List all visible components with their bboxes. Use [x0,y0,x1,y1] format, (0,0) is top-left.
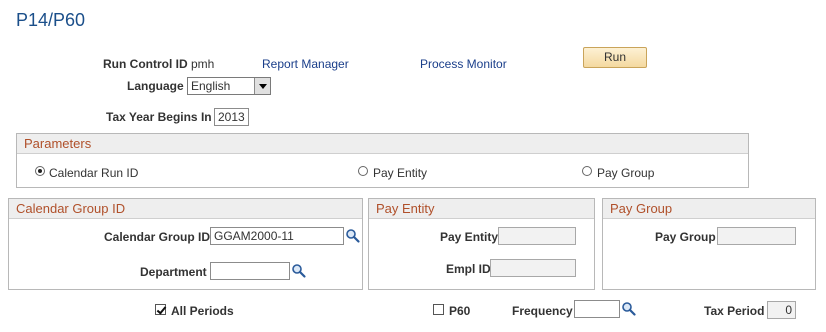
frequency-input[interactable] [574,300,620,318]
pay-entity-input[interactable] [498,227,576,245]
radio-pay-entity[interactable] [358,166,368,176]
report-manager-link[interactable]: Report Manager [262,57,349,71]
search-icon[interactable] [621,301,637,317]
department-input[interactable] [210,262,290,280]
calendar-group-id-input[interactable]: GGAM2000-11 [210,227,344,245]
page-title: P14/P60 [16,10,86,30]
search-icon[interactable] [345,228,361,244]
run-control-id-label: Run Control ID [103,57,188,71]
all-periods-checkbox[interactable] [155,304,166,315]
pay-entity-label: Pay Entity [440,230,499,244]
radio-label-pay-entity: Pay Entity [373,166,428,180]
parameters-header: Parameters [17,134,748,154]
language-label: Language [127,79,184,93]
all-periods-label: All Periods [171,304,234,318]
calendar-group-header: Calendar Group ID [9,199,362,219]
radio-pay-group[interactable] [582,166,592,176]
language-select[interactable]: English [187,77,271,95]
tax-year-input[interactable]: 2013 [214,108,249,126]
pay-entity-header: Pay Entity [369,199,594,219]
radio-label-pay-group: Pay Group [597,166,655,180]
process-monitor-link[interactable]: Process Monitor [420,57,507,71]
empl-id-input[interactable] [490,259,576,277]
pay-group-header: Pay Group [603,199,815,219]
run-control-id-value: pmh [191,57,215,71]
radio-calendar-run-id[interactable] [35,166,45,176]
department-label: Department [140,265,207,279]
tax-period-input[interactable]: 0 [767,301,796,319]
pay-group-input[interactable] [717,227,796,245]
search-icon[interactable] [291,263,307,279]
frequency-label: Frequency [512,304,573,318]
run-button[interactable]: Run [583,47,647,68]
chevron-down-icon[interactable] [254,78,270,94]
radio-label-calendar-run-id: Calendar Run ID [49,166,139,180]
p60-label: P60 [449,304,471,318]
language-select-value: English [191,79,231,93]
p60-checkbox[interactable] [433,304,444,315]
pay-group-label: Pay Group [655,230,716,244]
tax-year-label: Tax Year Begins In [106,110,212,124]
empl-id-label: Empl ID [446,262,491,276]
calendar-group-id-label: Calendar Group ID [104,230,211,244]
tax-period-label: Tax Period [704,304,765,318]
